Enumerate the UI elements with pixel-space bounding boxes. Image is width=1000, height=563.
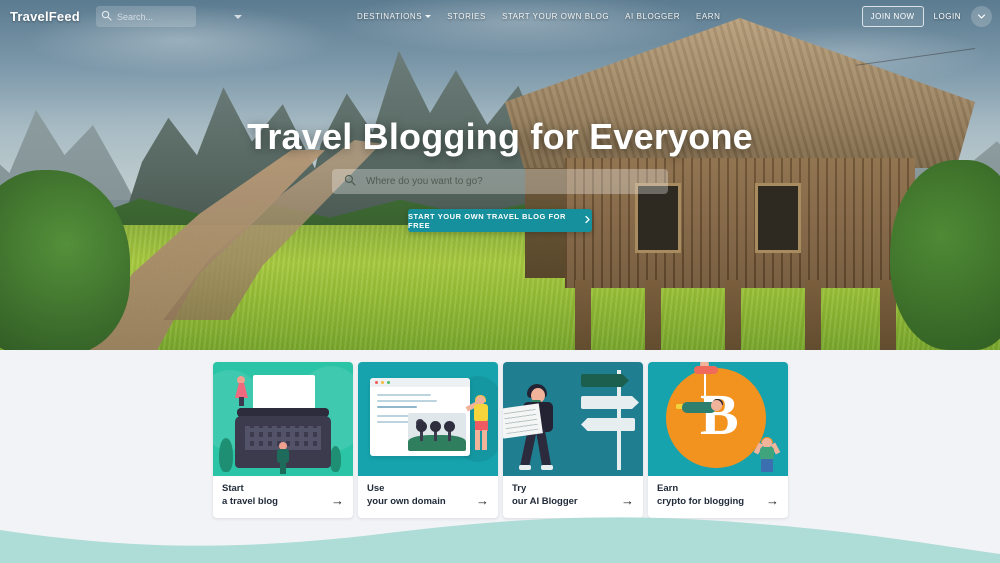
house-stilts bbox=[575, 280, 905, 350]
nav-item-stories[interactable]: STORIES bbox=[447, 12, 486, 21]
chevron-down-icon bbox=[425, 15, 432, 18]
login-button[interactable]: LOGIN bbox=[930, 7, 965, 26]
hero-title: Travel Blogging for Everyone bbox=[247, 116, 753, 157]
card-title-line1: Earn bbox=[657, 483, 679, 494]
start-blog-cta-button[interactable]: START YOUR OWN TRAVEL BLOG FOR FREE bbox=[408, 209, 592, 232]
feature-cards-carousel: Start a travel blog → Use your own domai… bbox=[213, 362, 788, 519]
card-title-line1: Use bbox=[367, 483, 385, 494]
card-title-line2: crypto for blogging bbox=[657, 495, 745, 507]
card-title-line1: Start bbox=[222, 483, 244, 494]
nav-item-destinations[interactable]: DESTINATIONS bbox=[357, 12, 432, 21]
search-icon bbox=[101, 8, 112, 26]
caret-down-icon[interactable] bbox=[233, 14, 242, 19]
search-icon bbox=[344, 173, 356, 191]
top-navigation-bar: TravelFeed DESTINATIONS STORIES START YO… bbox=[0, 0, 1000, 33]
chevron-down-icon bbox=[977, 14, 986, 19]
card-title-line2: a travel blog bbox=[222, 495, 278, 507]
arrow-right-icon[interactable]: → bbox=[621, 494, 634, 508]
main-nav: DESTINATIONS STORIES START YOUR OWN BLOG… bbox=[357, 0, 720, 33]
card-title-line1: Try bbox=[512, 483, 527, 494]
nav-item-ai-blogger[interactable]: AI BLOGGER bbox=[625, 12, 680, 21]
join-now-button[interactable]: JOIN NOW bbox=[861, 6, 924, 27]
arrow-right-icon[interactable]: → bbox=[331, 494, 344, 508]
arrow-right-icon[interactable]: → bbox=[476, 494, 489, 508]
nav-item-start-your-own-blog[interactable]: START YOUR OWN BLOG bbox=[502, 12, 609, 21]
card-title-line2: our AI Blogger bbox=[512, 495, 578, 507]
nav-item-earn[interactable]: EARN bbox=[696, 12, 720, 21]
site-logo[interactable]: TravelFeed bbox=[10, 9, 80, 24]
hero-search-box[interactable] bbox=[332, 169, 668, 194]
decorative-wave bbox=[0, 517, 1000, 563]
account-menu-button[interactable] bbox=[971, 6, 992, 27]
hero-search-input[interactable] bbox=[366, 176, 656, 187]
arrow-right-icon[interactable]: → bbox=[766, 494, 779, 508]
arrow-right-icon bbox=[583, 215, 592, 226]
header-search-box[interactable] bbox=[95, 6, 242, 27]
house-window bbox=[755, 183, 801, 253]
search-input[interactable] bbox=[116, 11, 234, 22]
feature-card-ai-blogger[interactable]: Try our AI Blogger → bbox=[503, 362, 643, 519]
signpost-traveler-illustration bbox=[503, 362, 643, 476]
page-root: TravelFeed DESTINATIONS STORIES START YO… bbox=[0, 0, 1000, 563]
feature-card-own-domain[interactable]: Use your own domain → bbox=[358, 362, 498, 519]
cta-label: START YOUR OWN TRAVEL BLOG FOR FREE bbox=[408, 211, 567, 230]
browser-window-illustration bbox=[358, 362, 498, 476]
header-actions: JOIN NOW LOGIN bbox=[861, 0, 992, 33]
typewriter-illustration bbox=[213, 362, 353, 476]
bitcoin-illustration: B bbox=[648, 362, 788, 476]
card-title-line2: your own domain bbox=[367, 495, 446, 507]
feature-card-earn-crypto[interactable]: B Earn crypto for blogging → bbox=[648, 362, 788, 519]
feature-card-start-blog[interactable]: Start a travel blog → bbox=[213, 362, 353, 519]
nav-label: DESTINATIONS bbox=[357, 12, 423, 21]
